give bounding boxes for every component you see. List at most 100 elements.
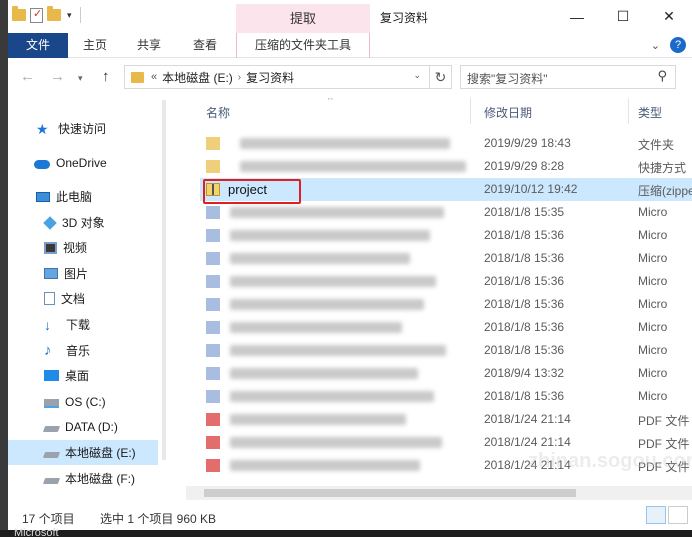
column-header-name[interactable]: 名称	[206, 104, 230, 121]
minimize-button[interactable]: —	[554, 0, 600, 33]
nav-label: 音乐	[66, 344, 91, 358]
details-view-icon[interactable]	[646, 506, 666, 524]
help-icon[interactable]: ?	[670, 37, 686, 53]
close-button[interactable]: ✕	[646, 0, 692, 33]
nav-label: 视频	[63, 241, 88, 255]
search-icon[interactable]: ⚲	[657, 68, 667, 84]
computer-icon	[36, 191, 50, 202]
word-document-icon	[206, 321, 220, 334]
file-date: 2019/9/29 18:43	[484, 136, 571, 150]
tab-file[interactable]: 文件	[8, 33, 68, 58]
redacted-filename	[230, 299, 424, 310]
nav-label: 桌面	[65, 369, 90, 383]
table-row[interactable]: 2018/1/8 15:36 Micro	[200, 385, 692, 408]
table-row[interactable]: 2018/1/8 15:36 Micro	[200, 224, 692, 247]
table-row[interactable]: 2018/1/24 21:14 PDF 文件	[200, 408, 692, 431]
file-type: Micro	[638, 343, 668, 357]
view-toggle	[646, 506, 688, 524]
properties-icon[interactable]	[30, 7, 43, 23]
word-document-icon	[206, 298, 220, 311]
table-row[interactable]: 2018/1/8 15:36 Micro	[200, 316, 692, 339]
tab-view[interactable]: 查看	[182, 33, 228, 58]
table-row[interactable]: 2018/9/4 13:32 Micro	[200, 362, 692, 385]
music-icon: ♪	[44, 341, 52, 359]
nav-item-onedrive[interactable]: OneDrive	[34, 150, 182, 175]
nav-label: 3D 对象	[62, 216, 105, 230]
address-history-dropdown-icon[interactable]: ⌄	[413, 70, 421, 81]
search-input[interactable]: 搜索"复习资料" ⚲	[460, 65, 676, 89]
nav-label: 快速访问	[58, 122, 107, 136]
expand-ribbon-icon[interactable]: ⌄	[651, 39, 660, 52]
up-arrow-icon[interactable]: ↑	[102, 68, 110, 85]
redacted-filename	[230, 345, 446, 356]
column-divider[interactable]	[628, 98, 629, 124]
new-folder-icon[interactable]	[47, 6, 61, 21]
file-type: 快捷方式	[638, 161, 687, 175]
tab-share[interactable]: 共享	[126, 33, 172, 58]
scrollbar-thumb[interactable]	[204, 489, 576, 497]
word-document-icon	[206, 390, 220, 403]
folder-icon	[206, 137, 220, 150]
nav-label: 本地磁盘 (F:)	[65, 472, 135, 486]
address-bar-row: ← → ▾ ↑ « 本地磁盘 (E:) › 复习资料 ⌄ ↻ 搜索"复习资料" …	[8, 58, 692, 98]
table-row[interactable]: 2018/1/8 15:36 Micro	[200, 270, 692, 293]
forward-arrow-icon[interactable]: →	[50, 68, 65, 85]
annotation-highlight-box	[203, 179, 301, 204]
drive-icon	[42, 478, 61, 484]
file-date: 2019/9/29 8:28	[484, 159, 565, 173]
file-list-pane: ^ 名称 修改日期 类型 2019/9/29 18:43 文件夹 2019/9/…	[186, 98, 692, 500]
column-header-date[interactable]: 修改日期	[484, 104, 532, 121]
redacted-filename	[230, 460, 420, 471]
breadcrumb-folder[interactable]: 复习资料	[246, 69, 294, 86]
table-row[interactable]: 2018/1/8 15:36 Micro	[200, 293, 692, 316]
maximize-button[interactable]: ☐	[600, 0, 646, 33]
refresh-icon[interactable]: ↻	[430, 65, 452, 89]
tab-compressed-folder-tools[interactable]: 压缩的文件夹工具	[236, 33, 370, 58]
shortcut-icon	[206, 160, 220, 173]
cube-icon	[43, 215, 57, 230]
redacted-filename	[240, 161, 466, 172]
file-date: 2018/1/8 15:35	[484, 205, 565, 219]
table-row[interactable]: 2018/1/8 15:36 Micro	[200, 247, 692, 270]
table-row[interactable]: 2018/1/8 15:36 Micro	[200, 339, 692, 362]
word-document-icon	[206, 344, 220, 357]
contextual-tab-header: 提取	[236, 4, 370, 33]
large-icons-view-icon[interactable]	[668, 506, 688, 524]
table-row[interactable]: 2019/9/29 8:28 快捷方式	[200, 155, 692, 178]
title-bar: ▾ 提取 复习资料 — ☐ ✕	[8, 0, 692, 33]
customize-toolbar-dropdown-icon[interactable]: ▾	[67, 10, 72, 21]
file-type: Micro	[638, 228, 668, 242]
file-date: 2018/1/8 15:36	[484, 320, 565, 334]
back-arrow-icon[interactable]: ←	[20, 68, 35, 85]
breadcrumb-overflow-icon[interactable]: «	[151, 71, 157, 83]
search-placeholder: 搜索"复习资料"	[467, 72, 548, 86]
horizontal-scrollbar[interactable]	[186, 486, 692, 500]
quick-access-toolbar: ▾	[12, 6, 81, 23]
table-row[interactable]: 2018/1/8 15:35 Micro	[200, 201, 692, 224]
word-document-icon	[206, 367, 220, 380]
folder-icon[interactable]	[12, 6, 26, 21]
breadcrumb-drive[interactable]: 本地磁盘 (E:)	[162, 69, 233, 86]
redacted-filename	[240, 138, 450, 149]
nav-item-drive-e[interactable]: 本地磁盘 (E:)	[8, 440, 158, 465]
pdf-file-icon	[206, 459, 220, 472]
tab-home[interactable]: 主页	[72, 33, 118, 58]
breadcrumb-separator-icon[interactable]: ›	[238, 72, 241, 83]
word-document-icon	[206, 252, 220, 265]
word-document-icon	[206, 229, 220, 242]
navigation-pane: ★ 快速访问 OneDrive 此电脑 3D 对象 视频 图片 文档 ↓ 下载 …	[8, 98, 186, 500]
recent-locations-icon[interactable]: ▾	[78, 73, 83, 84]
address-bar[interactable]: « 本地磁盘 (E:) › 复习资料 ⌄	[124, 65, 430, 89]
nav-item-drive-f[interactable]: 本地磁盘 (F:)	[42, 466, 186, 491]
file-type: 文件夹	[638, 138, 675, 152]
file-date: 2018/1/8 15:36	[484, 297, 565, 311]
star-icon: ★	[36, 120, 49, 137]
item-count: 17 个项目	[22, 512, 75, 526]
column-divider[interactable]	[470, 98, 471, 124]
cloud-icon	[34, 159, 50, 169]
taskbar	[0, 530, 692, 537]
folder-icon	[131, 71, 144, 83]
table-row[interactable]: 2019/9/29 18:43 文件夹	[200, 132, 692, 155]
navigation-scrollbar[interactable]	[162, 100, 166, 460]
column-header-type[interactable]: 类型	[638, 104, 662, 121]
